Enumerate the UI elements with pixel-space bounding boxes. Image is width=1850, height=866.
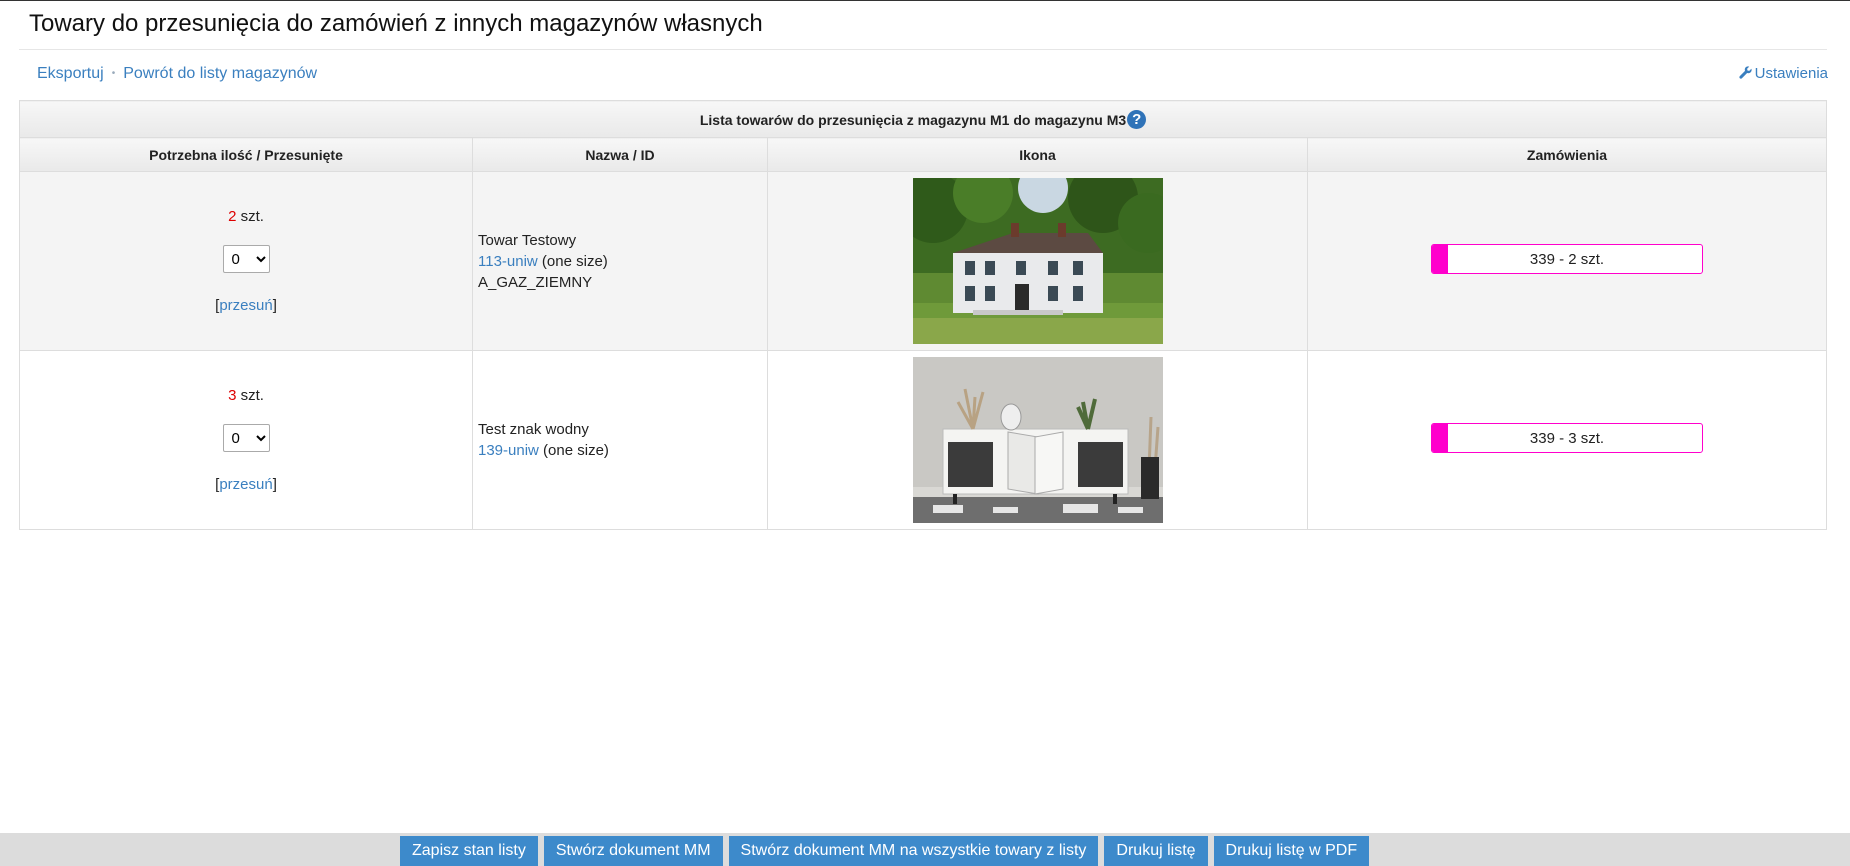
order-progress-fill bbox=[1432, 245, 1449, 273]
product-id-link[interactable]: 113-uniw bbox=[478, 253, 538, 270]
needed-quantity-unit: szt. bbox=[236, 387, 264, 404]
name-cell: Test znak wodny 139-uniw (one size) bbox=[472, 350, 768, 530]
footer-buttons: Zapisz stan listy Stwórz dokument MM Stw… bbox=[400, 836, 1370, 866]
orders-cell: 339 - 2 szt. bbox=[1307, 171, 1827, 351]
product-size: (one size) bbox=[538, 442, 609, 459]
product-id-line: 139-uniw (one size) bbox=[478, 440, 766, 461]
product-name: Test znak wodny bbox=[478, 421, 589, 438]
help-icon[interactable]: ? bbox=[1127, 109, 1147, 129]
needed-quantity-unit: szt. bbox=[236, 208, 264, 225]
table-row: 2 szt. 0 [przesuń] Towar Testowy 113-uni… bbox=[19, 171, 1827, 351]
col-header-quantity: Potrzebna ilość / Przesunięte bbox=[19, 137, 473, 172]
print-list-button[interactable]: Drukuj listę bbox=[1104, 836, 1208, 866]
move-link[interactable]: przesuń bbox=[219, 476, 272, 493]
product-size: (one size) bbox=[537, 252, 608, 270]
moved-quantity-select[interactable]: 0 bbox=[222, 424, 270, 452]
needed-quantity: 2 szt. bbox=[21, 208, 471, 225]
create-mm-all-items-button[interactable]: Stwórz dokument MM na wszystkie towary z… bbox=[728, 836, 1099, 866]
product-image-sideboard[interactable] bbox=[912, 357, 1163, 523]
order-progress-bar[interactable]: 339 - 2 szt. bbox=[1431, 244, 1703, 274]
order-label: 339 - 3 szt. bbox=[1529, 430, 1605, 447]
bracket-close: ] bbox=[272, 476, 277, 493]
move-link[interactable]: przesuń bbox=[219, 297, 272, 314]
move-action: [przesuń] bbox=[21, 297, 471, 314]
top-border bbox=[0, 0, 1850, 1]
col-header-name-id: Nazwa / ID bbox=[472, 137, 768, 172]
bracket-close: ] bbox=[272, 297, 277, 314]
back-to-warehouses-link[interactable]: Powrót do listy magazynów bbox=[123, 65, 317, 82]
order-progress-fill bbox=[1432, 424, 1449, 452]
icon-cell bbox=[767, 350, 1308, 530]
move-action: [przesuń] bbox=[21, 476, 471, 493]
export-link[interactable]: Eksportuj bbox=[37, 65, 104, 82]
create-mm-document-button[interactable]: Stwórz dokument MM bbox=[543, 836, 723, 866]
table-caption-text: Lista towarów do przesunięcia z magazynu… bbox=[699, 111, 1127, 128]
settings-label: Ustawienia bbox=[1754, 65, 1828, 82]
title-divider bbox=[19, 49, 1827, 50]
product-image-house[interactable] bbox=[912, 178, 1163, 344]
name-cell: Towar Testowy 113-uniw (one size) A_GAZ_… bbox=[472, 171, 768, 351]
quantity-cell: 3 szt. 0 [przesuń] bbox=[19, 350, 473, 530]
page-title: Towary do przesunięcia do zamówień z inn… bbox=[29, 10, 763, 37]
save-list-state-button[interactable]: Zapisz stan listy bbox=[400, 836, 538, 866]
house-photo bbox=[912, 178, 1163, 344]
col-header-icon: Ikona bbox=[767, 137, 1308, 172]
moved-quantity-select[interactable]: 0 bbox=[222, 245, 270, 273]
product-id-link[interactable]: 139-uniw bbox=[478, 442, 539, 459]
product-extra-code: A_GAZ_ZIEMNY bbox=[478, 273, 593, 291]
product-name: Towar Testowy bbox=[478, 231, 577, 249]
table-row: 3 szt. 0 [przesuń] Test znak wodny 139-u… bbox=[19, 350, 1827, 530]
needed-quantity: 3 szt. bbox=[21, 387, 471, 404]
order-progress-bar[interactable]: 339 - 3 szt. bbox=[1431, 423, 1703, 453]
transfer-table: Lista towarów do przesunięcia z magazynu… bbox=[19, 100, 1827, 530]
orders-cell: 339 - 3 szt. bbox=[1307, 350, 1827, 530]
toolbar-separator: • bbox=[111, 68, 116, 79]
order-label: 339 - 2 szt. bbox=[1529, 251, 1605, 268]
product-id-line: 113-uniw (one size) bbox=[478, 251, 766, 272]
footer-action-bar: Zapisz stan listy Stwórz dokument MM Stw… bbox=[0, 833, 1850, 866]
print-list-pdf-button[interactable]: Drukuj listę w PDF bbox=[1213, 836, 1370, 866]
settings-link[interactable]: Ustawienia bbox=[1739, 65, 1828, 82]
quantity-cell: 2 szt. 0 [przesuń] bbox=[19, 171, 473, 351]
table-caption: Lista towarów do przesunięcia z magazynu… bbox=[19, 100, 1827, 138]
sideboard-photo bbox=[912, 357, 1163, 523]
col-header-orders: Zamówienia bbox=[1307, 137, 1827, 172]
icon-cell bbox=[767, 171, 1308, 351]
wrench-icon bbox=[1739, 66, 1752, 79]
toolbar: Eksportuj • Powrót do listy magazynów bbox=[37, 65, 317, 83]
